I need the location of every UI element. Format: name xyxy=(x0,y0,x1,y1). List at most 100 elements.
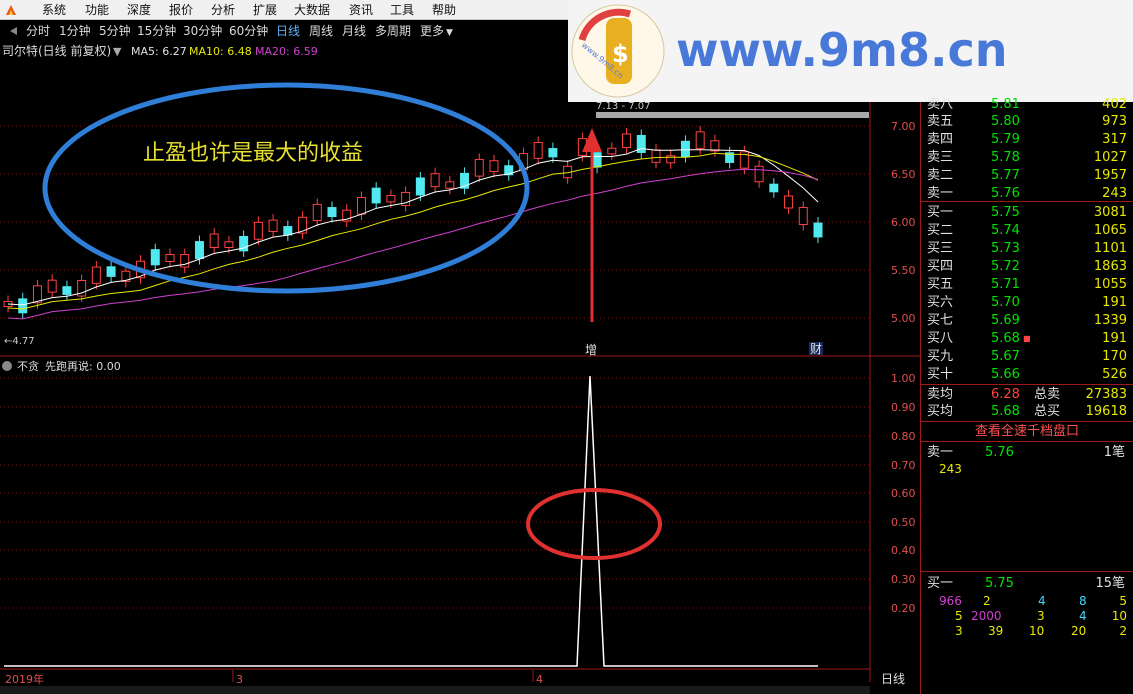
period-tab-fenshi[interactable]: 分时 xyxy=(26,23,50,39)
period-toolbar: 分时 1分钟 5分钟 15分钟 30分钟 60分钟 日线 周线 月线 多周期 更… xyxy=(0,20,570,42)
candle-body xyxy=(769,183,779,193)
menu-item-help[interactable]: 帮助 xyxy=(432,1,456,19)
menu-item-depth[interactable]: 深度 xyxy=(127,1,151,19)
indicator-value: 先跑再说: 0.00 xyxy=(45,359,121,373)
indicator-dropdown-icon[interactable]: ▼ xyxy=(113,45,122,58)
qianbang-link[interactable]: 查看全速千档盘口 xyxy=(921,423,1133,440)
app-logo-icon xyxy=(6,5,16,15)
sell-volume: 973 xyxy=(1102,114,1127,129)
menu-item-tools[interactable]: 工具 xyxy=(390,1,414,19)
period-tab-15min[interactable]: 15分钟 xyxy=(137,23,176,39)
indicator-tick: 0.60 xyxy=(891,487,916,500)
period-tab-weekly[interactable]: 周线 xyxy=(309,23,333,39)
collapse-arrow-icon[interactable] xyxy=(8,26,18,36)
queue-sell1-label: 卖一 xyxy=(927,445,954,460)
menu-item-extend[interactable]: 扩展 xyxy=(253,1,277,19)
period-tab-monthly[interactable]: 月线 xyxy=(342,23,366,39)
candle-body xyxy=(371,187,381,204)
candle-body xyxy=(651,149,661,163)
time-label: 4 xyxy=(536,673,543,686)
period-tab-30min[interactable]: 30分钟 xyxy=(183,23,222,39)
buy-label: 买十 xyxy=(927,367,954,382)
indicator-tick: 0.90 xyxy=(891,401,916,414)
candle-body xyxy=(150,249,160,266)
buy-volume: 1055 xyxy=(1093,277,1127,292)
candle-body xyxy=(445,181,455,189)
period-tab-5min[interactable]: 5分钟 xyxy=(99,23,131,39)
buy-volume: 526 xyxy=(1102,367,1127,382)
candle-body xyxy=(356,196,366,215)
indicator-name: 不贪 xyxy=(17,359,39,373)
sell-price: 5.78 xyxy=(991,150,1020,165)
watermark-banner: $ www.9m8.cn www.9m8.cn xyxy=(568,0,1133,102)
sell-label: 卖四 xyxy=(927,132,954,147)
period-tab-1min[interactable]: 1分钟 xyxy=(59,23,91,39)
buy-price: 5.75 xyxy=(991,205,1020,220)
queue-volume: 39 xyxy=(988,624,1004,638)
low-price-label: ←4.77 xyxy=(4,336,35,347)
period-tab-daily[interactable]: 日线 xyxy=(276,23,300,39)
queue-sell1-count: 1笔 xyxy=(1103,445,1125,460)
period-tab-60min[interactable]: 60分钟 xyxy=(229,23,268,39)
sell-label: 卖三 xyxy=(927,150,954,165)
queue-buy1-label: 买一 xyxy=(927,576,954,591)
time-label: 3 xyxy=(236,673,243,686)
total-buy-label: 总买 xyxy=(1034,404,1061,419)
buy-label: 买六 xyxy=(927,295,954,310)
more-dropdown-icon[interactable]: ▼ xyxy=(446,25,453,41)
change-marker-icon: ■ xyxy=(1023,334,1031,343)
candle-body xyxy=(253,221,263,240)
menu-item-function[interactable]: 功能 xyxy=(85,1,109,19)
candle-body xyxy=(62,286,72,295)
queue-volume: 2 xyxy=(1119,624,1127,638)
sell-volume: 317 xyxy=(1102,132,1127,147)
candle-body xyxy=(710,140,720,152)
buy-price: 5.73 xyxy=(991,241,1020,256)
buy-volume: 1101 xyxy=(1093,241,1127,256)
candle-body xyxy=(386,195,396,203)
menu-item-bigdata[interactable]: 大数据 xyxy=(294,1,330,19)
period-tab-multi[interactable]: 多周期 xyxy=(375,23,411,39)
price-tick: 6.50 xyxy=(891,168,916,181)
buy-label: 买三 xyxy=(927,241,954,256)
candle-body xyxy=(283,226,293,236)
total-sell-label: 总卖 xyxy=(1034,387,1061,402)
buy-price: 5.70 xyxy=(991,295,1020,310)
bottom-status-strip xyxy=(0,686,870,694)
candle-body xyxy=(327,207,337,218)
candle-body xyxy=(548,148,558,158)
sell-volume: 402 xyxy=(1102,97,1127,112)
buy-avg-label: 买均 xyxy=(927,404,954,419)
indicator-collapse-icon[interactable] xyxy=(2,361,12,371)
menu-item-quote[interactable]: 报价 xyxy=(169,1,193,19)
buy-price: 5.69 xyxy=(991,313,1020,328)
stock-title: 司尔特(日线 前复权) xyxy=(2,43,111,58)
period-tab-more[interactable]: 更多 xyxy=(420,23,444,39)
menu-item-system[interactable]: 系统 xyxy=(42,1,66,19)
candle-body xyxy=(798,207,808,225)
candle-body xyxy=(209,233,219,249)
buy-volume: 1863 xyxy=(1093,259,1127,274)
price-tick: 6.00 xyxy=(891,216,916,229)
kline-chart-area: 司尔特(日线 前复权) ▼ MA5: 6.27 MA10: 6.48 MA20:… xyxy=(0,43,921,686)
menu-item-news[interactable]: 资讯 xyxy=(349,1,373,19)
buy-avg-value: 5.68 xyxy=(991,404,1020,419)
candle-body xyxy=(754,165,764,183)
sell-price: 5.80 xyxy=(991,114,1020,129)
qianbang-link-text[interactable]: 查看全速千档盘口 xyxy=(975,424,1079,439)
candle-body xyxy=(695,131,705,149)
menu-item-analysis[interactable]: 分析 xyxy=(211,1,235,19)
period-indicator: 日线 xyxy=(881,672,905,686)
candle-body xyxy=(268,219,278,233)
annotation-text: 止盈也许是最大的收益 xyxy=(143,141,363,166)
sell-label: 卖二 xyxy=(927,168,954,183)
candle-body xyxy=(224,241,234,248)
buy-price: 5.71 xyxy=(991,277,1020,292)
indicator-tick: 0.70 xyxy=(891,459,916,472)
price-tick: 5.50 xyxy=(891,264,916,277)
candle-body xyxy=(106,266,116,277)
buy-label: 买九 xyxy=(927,349,954,364)
buy-price: 5.68 xyxy=(991,331,1020,346)
high-price-band xyxy=(596,112,869,118)
sell-label: 卖五 xyxy=(927,114,954,129)
